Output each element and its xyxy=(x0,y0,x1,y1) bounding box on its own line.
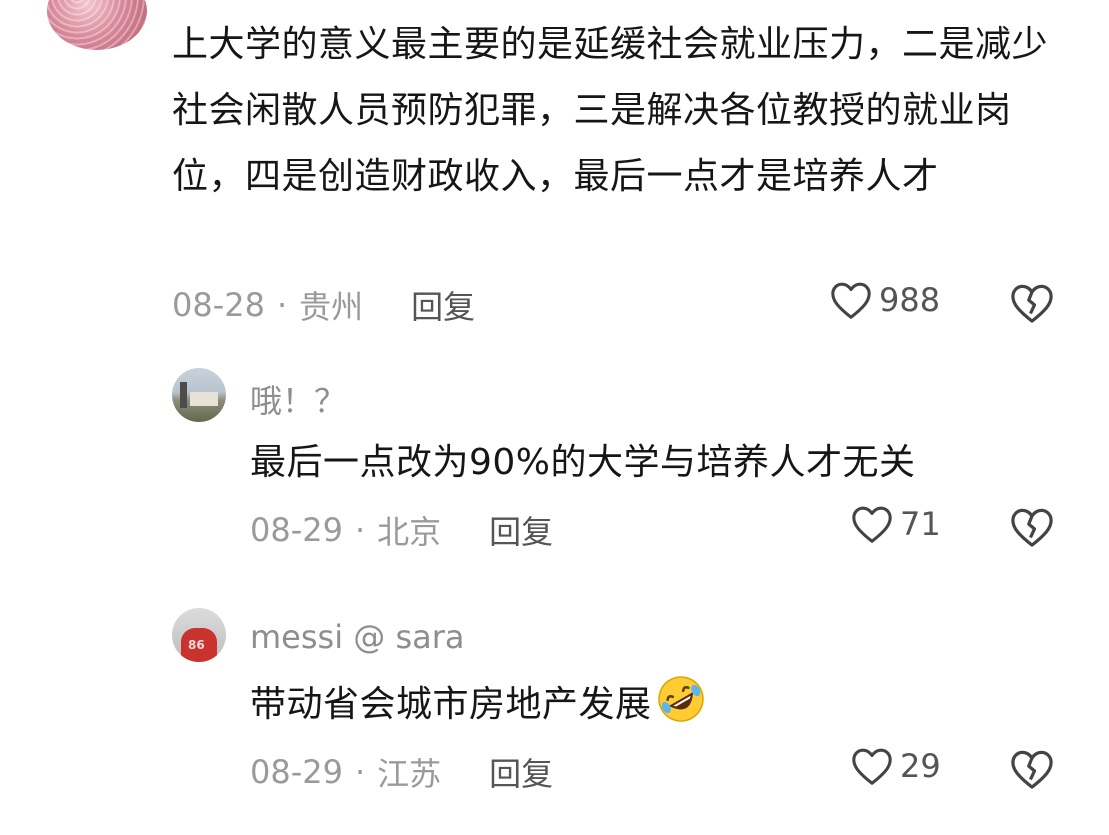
reply-username[interactable]: messi @ sara xyxy=(250,618,464,656)
like-button[interactable]: 71 xyxy=(850,504,941,544)
meta-separator: · xyxy=(354,753,366,791)
reply-location: 北京 xyxy=(377,513,442,551)
reply-button[interactable]: 回复 xyxy=(489,507,553,553)
like-button[interactable]: 988 xyxy=(829,280,940,320)
broken-heart-icon xyxy=(1011,284,1053,323)
dislike-button[interactable] xyxy=(1008,748,1056,794)
avatar[interactable] xyxy=(47,0,147,50)
reply-location: 江苏 xyxy=(377,755,442,793)
comment-text: 上大学的意义最主要的是延缓社会就业压力，二是减少社会闲散人员预防犯罪，三是解决各… xyxy=(172,24,1049,197)
dislike-button[interactable] xyxy=(1008,506,1056,552)
reply-meta: 08-29 · 北京 回复 xyxy=(250,507,553,553)
heart-outline-icon xyxy=(831,282,871,319)
reply-date: 08-29 xyxy=(250,753,343,791)
comment-meta: 08-28 · 贵州 回复 xyxy=(172,282,475,328)
rolling-on-floor-laughing-emoji xyxy=(657,676,704,722)
avatar[interactable]: 86 xyxy=(172,608,226,662)
reply-text: 最后一点改为90%的大学与培养人才无关 xyxy=(250,442,916,483)
like-button[interactable]: 29 xyxy=(850,746,941,786)
like-count: 988 xyxy=(879,281,941,319)
avatar-building-shape xyxy=(190,392,218,406)
broken-heart-icon xyxy=(1011,508,1053,547)
reply-text-content: 带动省会城市房地产发展 xyxy=(250,684,652,725)
avatar-tower-shape xyxy=(180,382,187,408)
reply-button[interactable]: 回复 xyxy=(411,282,475,328)
meta-separator: · xyxy=(276,286,288,324)
heart-outline-icon xyxy=(852,506,892,543)
reply-meta: 08-29 · 江苏 回复 xyxy=(250,749,553,795)
heart-outline-icon xyxy=(852,748,892,785)
comment-location: 贵州 xyxy=(299,288,364,326)
like-count: 71 xyxy=(900,505,941,543)
reply-text: 带动省会城市房地产发展 xyxy=(250,672,708,738)
meta-separator: · xyxy=(354,511,366,549)
broken-heart-icon xyxy=(1011,750,1053,789)
reply-username[interactable]: 哦！？ xyxy=(250,376,346,422)
dislike-button[interactable] xyxy=(1008,282,1056,328)
avatar[interactable] xyxy=(172,368,226,422)
reply-date: 08-29 xyxy=(250,511,343,549)
like-count: 29 xyxy=(900,747,941,785)
reply-button[interactable]: 回复 xyxy=(489,749,553,795)
comment-date: 08-28 xyxy=(172,286,265,324)
avatar-jersey-number: 86 xyxy=(188,638,205,652)
